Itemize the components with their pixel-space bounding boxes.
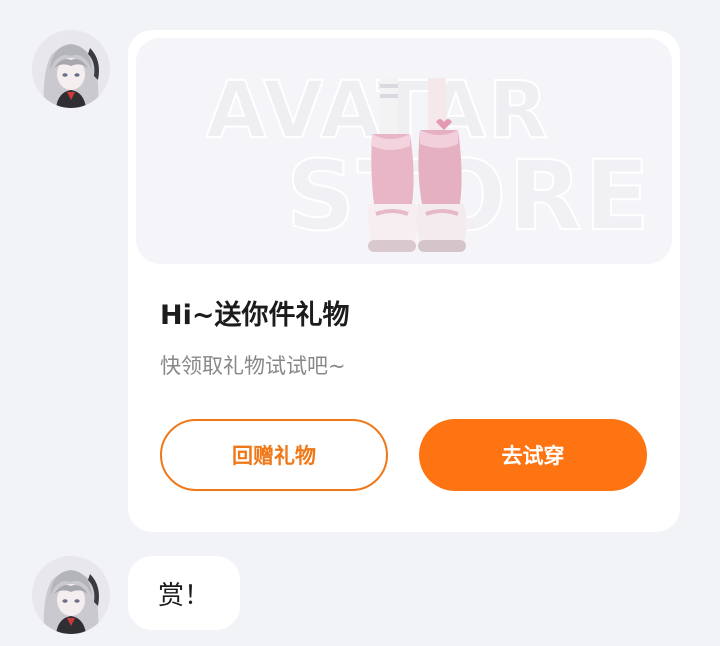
sender-avatar-icon[interactable] [32, 30, 110, 108]
sender-avatar-icon[interactable] [32, 556, 110, 634]
gift-title: Hi~送你件礼物 [160, 300, 350, 331]
gift-message-card[interactable]: AVATAR STORE Hi~送你件礼物 快领取礼物试试吧~ 回赠礼物 去试穿 [128, 30, 680, 532]
pink-boots-icon [367, 78, 467, 252]
text-message-bubble[interactable]: 赏！ [128, 556, 241, 630]
gift-banner-image[interactable]: AVATAR STORE [136, 38, 672, 264]
return-gift-button[interactable]: 回赠礼物 [160, 419, 388, 491]
message-text: 赏！ [158, 580, 211, 611]
chat-window: AVATAR STORE Hi~送你件礼物 快领取礼物试试吧~ 回赠礼物 去试穿… [0, 0, 720, 646]
try-on-button[interactable]: 去试穿 [419, 419, 647, 491]
gift-subtitle: 快领取礼物试试吧~ [160, 354, 346, 378]
